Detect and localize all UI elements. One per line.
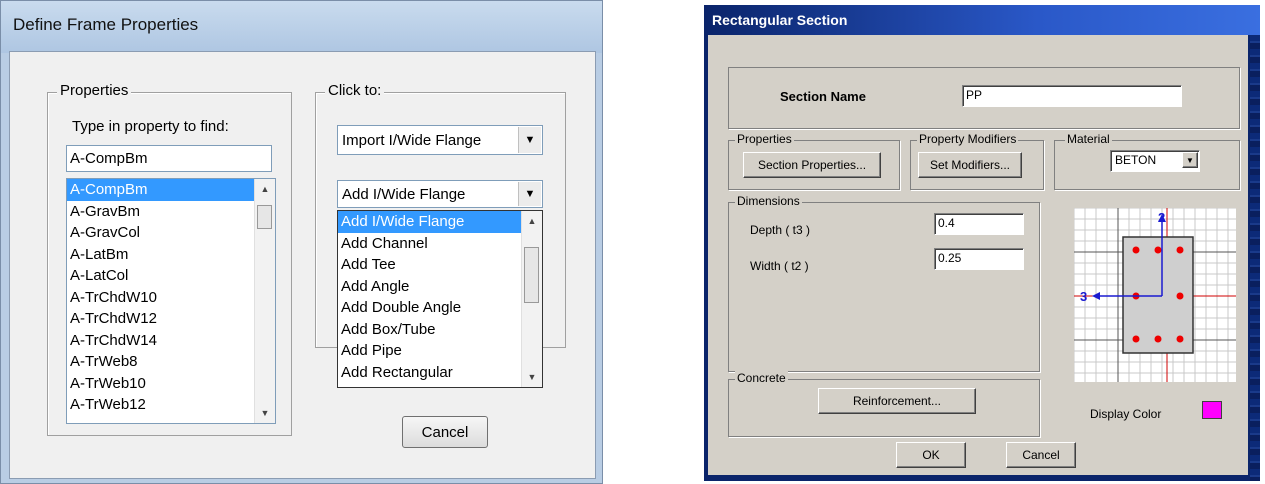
list-item[interactable]: Add Channel bbox=[338, 233, 522, 255]
list-item[interactable]: A-TrChdW14 bbox=[67, 330, 255, 352]
dropdown-scrollbar[interactable]: ▲ ▼ bbox=[521, 211, 542, 387]
find-property-label: Type in property to find: bbox=[72, 118, 229, 135]
material-select-value: BETON bbox=[1115, 153, 1157, 167]
add-combo-value: Add I/Wide Flange bbox=[342, 186, 466, 203]
rebar-dot bbox=[1176, 335, 1184, 343]
scroll-thumb[interactable] bbox=[524, 247, 539, 303]
list-item[interactable]: Add Rectangular bbox=[338, 362, 522, 384]
background-window-strip bbox=[1250, 35, 1260, 481]
rebar-dot bbox=[1132, 335, 1140, 343]
chevron-down-icon[interactable]: ▼ bbox=[518, 127, 541, 153]
dialog-titlebar[interactable]: Define Frame Properties bbox=[1, 1, 602, 53]
rebar-dot bbox=[1132, 246, 1140, 254]
list-item[interactable]: A-TrWeb12 bbox=[67, 394, 255, 416]
depth-input[interactable]: 0.4 bbox=[934, 213, 1024, 235]
list-item[interactable]: A-LatCol bbox=[67, 265, 255, 287]
dialog-title: Rectangular Section bbox=[712, 12, 848, 28]
width-input[interactable]: 0.25 bbox=[934, 248, 1024, 270]
cancel-button[interactable]: Cancel bbox=[1006, 442, 1076, 468]
scroll-thumb[interactable] bbox=[257, 205, 272, 229]
properties-group-caption: Properties bbox=[735, 132, 794, 146]
list-item[interactable]: A-TrChdW12 bbox=[67, 308, 255, 330]
depth-label: Depth ( t3 ) bbox=[750, 223, 811, 237]
list-item[interactable]: A-CompBm bbox=[67, 179, 255, 201]
axis-2-label: 2 bbox=[1158, 210, 1165, 225]
section-properties-button[interactable]: Section Properties... bbox=[743, 152, 881, 178]
dialog-titlebar[interactable]: Rectangular Section bbox=[704, 5, 1260, 35]
list-item[interactable]: A-GravCol bbox=[67, 222, 255, 244]
material-select[interactable]: BETON ▼ bbox=[1110, 150, 1200, 172]
list-item[interactable]: Add Pipe bbox=[338, 340, 522, 362]
property-modifiers-caption: Property Modifiers bbox=[917, 132, 1019, 146]
scroll-up-arrow-icon[interactable]: ▲ bbox=[522, 213, 542, 229]
concrete-group-caption: Concrete bbox=[735, 371, 788, 385]
dialog-title: Define Frame Properties bbox=[13, 15, 199, 34]
scroll-down-arrow-icon[interactable]: ▼ bbox=[255, 405, 275, 421]
scroll-up-arrow-icon[interactable]: ▲ bbox=[255, 181, 275, 197]
add-section-combo[interactable]: Add I/Wide Flange ▼ bbox=[337, 180, 543, 208]
material-group-caption: Material bbox=[1065, 132, 1112, 146]
list-item[interactable]: Add Double Angle bbox=[338, 297, 522, 319]
property-listbox[interactable]: A-CompBm A-GravBm A-GravCol A-LatBm A-LatCol… bbox=[66, 178, 276, 424]
chevron-down-icon[interactable]: ▼ bbox=[518, 182, 541, 206]
list-item[interactable]: A-TrWeb10 bbox=[67, 373, 255, 395]
ok-button[interactable]: OK bbox=[896, 442, 966, 468]
rectangular-section-dialog: Rectangular Section Section Name PP Prop… bbox=[704, 5, 1260, 481]
rebar-dot bbox=[1154, 246, 1162, 254]
list-item[interactable]: Add Tee bbox=[338, 254, 522, 276]
dialog-client-area: Properties Type in property to find: A-C… bbox=[9, 51, 596, 479]
section-name-input[interactable]: PP bbox=[962, 85, 1182, 107]
list-item[interactable]: Add I/Wide Flange bbox=[338, 211, 522, 233]
section-name-label: Section Name bbox=[780, 89, 866, 104]
list-item[interactable]: A-LatBm bbox=[67, 244, 255, 266]
rebar-dot bbox=[1176, 246, 1184, 254]
display-color-swatch[interactable] bbox=[1202, 401, 1222, 419]
list-item[interactable]: A-GravBm bbox=[67, 201, 255, 223]
add-section-dropdown[interactable]: Add I/Wide Flange Add Channel Add Tee Add A… bbox=[337, 210, 543, 388]
click-to-group-caption: Click to: bbox=[325, 82, 385, 99]
scroll-down-arrow-icon[interactable]: ▼ bbox=[522, 369, 542, 385]
dimensions-group-caption: Dimensions bbox=[735, 194, 802, 208]
set-modifiers-button[interactable]: Set Modifiers... bbox=[918, 152, 1022, 178]
axis-3-label: 3 bbox=[1080, 289, 1087, 304]
list-item[interactable]: Add Angle bbox=[338, 276, 522, 298]
width-label: Width ( t2 ) bbox=[750, 259, 809, 273]
cancel-button[interactable]: Cancel bbox=[402, 416, 488, 448]
display-color-label: Display Color bbox=[1090, 407, 1162, 421]
import-section-combo[interactable]: Import I/Wide Flange ▼ bbox=[337, 125, 543, 155]
reinforcement-button[interactable]: Reinforcement... bbox=[818, 388, 976, 414]
rebar-dot bbox=[1176, 292, 1184, 300]
dialog-client-area: Section Name PP Properties Section Prope… bbox=[708, 35, 1248, 475]
section-preview-diagram: 2 3 bbox=[1074, 208, 1236, 382]
property-list-scrollbar[interactable]: ▲ ▼ bbox=[254, 179, 275, 423]
define-frame-properties-dialog: Define Frame Properties Properties Type … bbox=[0, 0, 603, 484]
find-property-input[interactable]: A-CompBm bbox=[66, 145, 272, 172]
rebar-dot bbox=[1154, 335, 1162, 343]
list-item[interactable]: A-TrChdW10 bbox=[67, 287, 255, 309]
list-item[interactable]: Add Box/Tube bbox=[338, 319, 522, 341]
properties-group-caption: Properties bbox=[57, 82, 132, 99]
list-item[interactable]: A-TrWeb8 bbox=[67, 351, 255, 373]
import-combo-value: Import I/Wide Flange bbox=[342, 132, 482, 149]
chevron-down-icon[interactable]: ▼ bbox=[1182, 152, 1198, 168]
